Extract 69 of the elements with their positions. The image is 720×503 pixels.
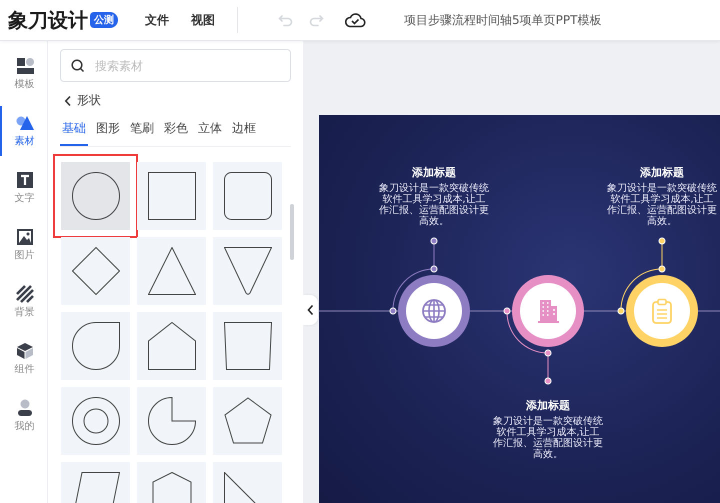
layout-icon: [16, 57, 34, 75]
step-title: 添加标题: [639, 165, 685, 180]
clipboard-icon: [649, 298, 675, 324]
circle-shape-icon: [72, 172, 120, 220]
text-icon: [16, 171, 34, 189]
shape-tile[interactable]: [213, 387, 282, 455]
category-tab[interactable]: 基础: [60, 117, 88, 146]
shape-tile[interactable]: [137, 162, 206, 230]
step-title: 添加标题: [411, 165, 457, 180]
pie-shape-icon: [148, 397, 196, 445]
shapes-icon: [16, 114, 34, 132]
building-icon: [535, 298, 561, 324]
category-tab[interactable]: 边框: [230, 117, 258, 146]
rail-item[interactable]: 组件: [0, 334, 47, 384]
scrollbar[interactable]: [290, 204, 294, 260]
shape-tile[interactable]: [61, 312, 130, 380]
shape-tile[interactable]: [61, 237, 130, 305]
shape-tile[interactable]: [137, 237, 206, 305]
trapezoid-shape-icon: [224, 322, 272, 370]
shape-tile[interactable]: [213, 312, 282, 380]
step-description: 象刀设计是一款突破传统软件工具学习成本,让工作汇报、运营配图设计更高效。: [492, 416, 604, 460]
image-icon: [16, 228, 34, 246]
pentagon-shape-icon: [224, 397, 272, 445]
cloud-check-icon: [344, 12, 366, 28]
beta-badge: 公测: [90, 12, 118, 28]
document-title: 项目步骤流程时间轴5项单页PPT模板: [404, 12, 602, 28]
rail-item[interactable]: 模板: [0, 49, 47, 99]
drop-shape-icon: [72, 322, 120, 370]
step-title: 添加标题: [525, 398, 571, 413]
rail-item[interactable]: 我的: [0, 391, 47, 441]
user-icon: [16, 399, 34, 417]
search-field[interactable]: 搜索素材: [60, 49, 291, 82]
inverted-triangle-shape-icon: [224, 247, 272, 295]
logo: 象刀设计: [8, 6, 88, 34]
menu-item[interactable]: 文件: [145, 12, 169, 28]
rounded-square-shape-icon: [224, 172, 272, 220]
shape-tile[interactable]: [213, 162, 282, 230]
stripes-icon: [16, 285, 34, 303]
category-tab[interactable]: 立体: [196, 117, 224, 146]
chevron-left-icon: [64, 94, 72, 106]
diamond-shape-icon: [72, 247, 120, 295]
rail-item[interactable]: 图片: [0, 220, 47, 270]
back-link[interactable]: 形状: [60, 92, 291, 109]
step-description: 象刀设计是一款突破传统软件工具学习成本,让工作汇报、运营配图设计更高效。: [606, 183, 718, 227]
shape-tile[interactable]: [137, 387, 206, 455]
step-description: 象刀设计是一款突破传统软件工具学习成本,让工作汇报、运营配图设计更高效。: [378, 183, 490, 227]
shape-tile[interactable]: [137, 312, 206, 380]
collapse-handle[interactable]: [303, 295, 318, 325]
undo-icon: [278, 13, 294, 27]
rail-item[interactable]: 背景: [0, 277, 47, 327]
ring-shape-icon: [72, 397, 120, 445]
search-icon: [71, 59, 85, 73]
category-tab[interactable]: 彩色: [162, 117, 190, 146]
cloud-save-button[interactable]: [344, 12, 366, 28]
house-shape-icon: [148, 322, 196, 370]
shape-tile[interactable]: [61, 387, 130, 455]
rail-item[interactable]: 文字: [0, 163, 47, 213]
shape-tile[interactable]: [61, 162, 130, 230]
triangle-shape-icon: [148, 247, 196, 295]
shape-tile[interactable]: [213, 237, 282, 305]
cube-icon: [16, 342, 34, 360]
redo-icon: [308, 13, 324, 27]
category-tab[interactable]: 图形: [94, 117, 122, 146]
menu-item[interactable]: 视图: [191, 12, 215, 28]
globe-icon: [421, 298, 447, 324]
rail-item[interactable]: 素材: [0, 106, 47, 156]
chevron-left-icon: [307, 304, 314, 316]
category-tab[interactable]: 笔刷: [128, 117, 156, 146]
square-shape-icon: [148, 172, 196, 220]
